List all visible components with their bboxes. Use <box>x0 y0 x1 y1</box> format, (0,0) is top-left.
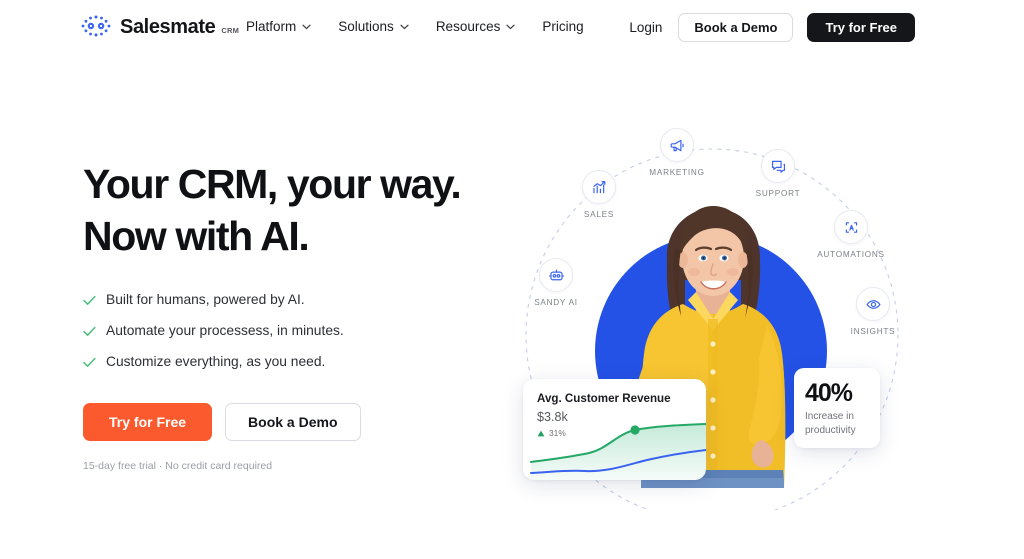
nav-label: Solutions <box>338 19 394 34</box>
stat-caption-line-2: productivity <box>805 424 856 436</box>
site-header: Salesmate CRM Platform Solutions Resourc… <box>0 0 1024 54</box>
chevron-down-icon <box>506 24 515 30</box>
brand-superscript: CRM <box>221 26 240 35</box>
list-item: Customize everything, as you need. <box>83 352 513 372</box>
brand-logo[interactable]: Salesmate CRM <box>80 15 239 37</box>
header-actions: Login Book a Demo Try for Free <box>627 13 915 42</box>
eye-icon <box>856 287 890 321</box>
chat-bubbles-icon <box>761 149 795 183</box>
check-icon <box>83 326 96 336</box>
nav-item-solutions[interactable]: Solutions <box>338 18 409 36</box>
stat-number: 40% <box>805 379 853 407</box>
orbit-node-label: INSIGHTS <box>850 327 896 336</box>
trial-fineprint: 15-day free trial · No credit card requi… <box>83 460 273 472</box>
revenue-stat-card: Avg. Customer Revenue $3.8k 31% <box>523 379 706 480</box>
list-item-label: Customize everything, as you need. <box>106 354 326 369</box>
stat-caption-line-1: Increase in <box>805 411 854 422</box>
hero-book-demo-button[interactable]: Book a Demo <box>225 403 361 441</box>
login-link[interactable]: Login <box>627 16 664 39</box>
robot-icon <box>539 258 573 292</box>
megaphone-icon <box>660 128 694 162</box>
check-icon <box>83 357 96 367</box>
orbit-node-label: SANDY AI <box>534 298 578 307</box>
header-book-demo-button[interactable]: Book a Demo <box>678 13 794 42</box>
orbit-node-label: SALES <box>583 210 615 219</box>
salesmate-logo-icon <box>81 15 111 37</box>
nav-item-resources[interactable]: Resources <box>436 18 516 36</box>
orbit-node-sandy-ai[interactable]: SANDY AI <box>501 258 611 307</box>
chevron-down-icon <box>400 24 409 30</box>
hero-content: Your CRM, your way. Now with AI. Built f… <box>83 158 513 473</box>
nav-item-platform[interactable]: Platform <box>246 18 311 36</box>
page-title: Your CRM, your way. Now with AI. <box>83 158 513 262</box>
orbit-node-label: MARKETING <box>649 168 705 177</box>
card-title: Avg. Customer Revenue <box>537 392 671 405</box>
main-navigation: Platform Solutions Resources Pricing <box>246 18 584 36</box>
landing-page: Salesmate CRM Platform Solutions Resourc… <box>0 0 1024 559</box>
chart-point-marker <box>630 425 640 435</box>
orbit-node-insights[interactable]: INSIGHTS <box>818 287 928 336</box>
list-item-label: Automate your processess, in minutes. <box>106 323 344 338</box>
bar-chart-up-icon <box>582 170 616 204</box>
orbit-node-label: AUTOMATIONS <box>817 250 885 259</box>
orbit-node-label: SUPPORT <box>755 189 801 198</box>
check-icon <box>83 295 96 305</box>
chevron-down-icon <box>302 24 311 30</box>
hero-feature-list: Built for humans, powered by AI. Automat… <box>83 290 513 372</box>
list-item: Automate your processess, in minutes. <box>83 321 513 341</box>
headline-line-2: Now with AI. <box>83 213 310 259</box>
nav-label: Pricing <box>542 19 584 34</box>
nav-label: Resources <box>435 19 501 34</box>
nav-label: Platform <box>246 19 297 34</box>
brand-name: Salesmate <box>120 16 216 38</box>
orbit-node-sales[interactable]: SALES <box>544 170 654 219</box>
header-try-free-button[interactable]: Try for Free <box>807 13 915 42</box>
orbit-node-support[interactable]: SUPPORT <box>723 149 833 198</box>
nav-item-pricing[interactable]: Pricing <box>542 18 583 36</box>
orbit-node-automations[interactable]: AUTOMATIONS <box>796 210 906 259</box>
headline-line-1: Your CRM, your way. <box>83 161 462 207</box>
hero-cta-row: Try for Free Book a Demo <box>83 403 513 441</box>
list-item: Built for humans, powered by AI. <box>83 290 513 310</box>
automation-loop-icon <box>834 210 868 244</box>
stat-caption: Increase in productivity <box>805 410 871 437</box>
list-item-label: Built for humans, powered by AI. <box>106 292 305 307</box>
revenue-line-chart <box>530 423 706 480</box>
hero-try-free-button[interactable]: Try for Free <box>83 403 213 441</box>
productivity-stat-card: 40% Increase in productivity <box>794 368 880 448</box>
